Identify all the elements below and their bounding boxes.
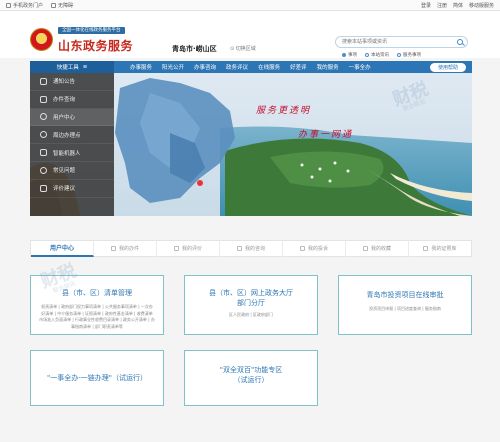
card-title: "一事全办-一链办理"（试运行） xyxy=(47,374,147,382)
megaphone-icon xyxy=(40,77,47,85)
region-switch-label: 切换区域 xyxy=(235,46,256,52)
site-title[interactable]: 山东政务服务 xyxy=(58,37,133,54)
nav-item-online[interactable]: 在线服务 xyxy=(258,63,280,71)
hero-banner[interactable]: 通知公告 办件查询 用户中心 周边办理点 智能机器人 常见问题 评价建议 xyxy=(30,73,472,216)
card-line: 投资项目申报 | 项目进度查询 | 服务指南 xyxy=(369,306,441,311)
platform-name: 全国一体化在线政务服务平台 xyxy=(58,27,125,34)
national-emblem-icon xyxy=(30,28,53,51)
accessibility-icon xyxy=(51,2,57,8)
tab-my-favorites[interactable]: 我的收藏 xyxy=(346,240,409,257)
sidemenu-item-query[interactable]: 办件查询 xyxy=(30,91,114,109)
login-link[interactable]: 登录 xyxy=(421,2,431,9)
edit-icon xyxy=(40,184,47,192)
tab-my-cases[interactable]: 我的办件 xyxy=(94,240,157,257)
user-tabs: 用户中心 我的办件 我的评价 我的咨询 我的投诉 我的收藏 我的证照库 xyxy=(30,240,472,257)
top-bar: 手机政务门户 无障碍 登录 注册 简体 移动版服务 xyxy=(0,0,500,11)
star-icon xyxy=(173,246,179,251)
document-icon xyxy=(110,246,116,251)
region-switch[interactable]: ⊙ 切换区域 xyxy=(230,45,256,52)
main-nav: 快捷工具 ≡ 办事服务 阳光公开 办事咨询 政务评议 在线服务 好差评 我的服务 … xyxy=(30,61,472,73)
sidemenu-item-notices[interactable]: 通知公告 xyxy=(30,73,114,91)
tab-my-licenses[interactable]: 我的证照库 xyxy=(409,240,471,257)
search-icon[interactable] xyxy=(457,39,463,45)
card-title-line2: （试运行） xyxy=(233,376,269,384)
current-region: 青岛市·崂山区 xyxy=(172,45,217,53)
accessibility-link[interactable]: 无障碍 xyxy=(51,2,73,9)
card-title: 青岛市投资项目在线审批 xyxy=(366,291,444,299)
card-title-line2: 部门分厅 xyxy=(237,299,265,307)
language-link[interactable]: 简体 xyxy=(453,2,463,9)
register-link[interactable]: 注册 xyxy=(437,2,447,9)
help-button[interactable]: 使用帮助 xyxy=(429,62,466,72)
nav-item-review[interactable]: 政务评议 xyxy=(226,63,248,71)
sidemenu-label: 评价建议 xyxy=(53,186,76,193)
menu-icon: ≡ xyxy=(82,64,88,70)
location-pin-icon: ⊙ xyxy=(230,46,235,52)
question-icon xyxy=(40,166,47,174)
radio-items[interactable]: 事项 xyxy=(342,52,357,58)
nav-item-consult[interactable]: 办事咨询 xyxy=(194,63,216,71)
card-list-management[interactable]: 县（市、区）清单管理 权责清单 | 政府部门权力事项清单 | 公共服务事项清单 … xyxy=(30,275,164,335)
radio-news[interactable]: 本站资讯 xyxy=(365,52,389,58)
mobile-version-link[interactable]: 移动版服务 xyxy=(469,2,494,9)
tab-my-ratings[interactable]: 我的评价 xyxy=(157,240,220,257)
sidemenu-label: 办件查询 xyxy=(53,97,76,104)
nav-item-my-services[interactable]: 我的服务 xyxy=(317,63,339,71)
document-icon xyxy=(40,95,47,103)
sidemenu-item-faq[interactable]: 常见问题 xyxy=(30,162,114,180)
nav-item-public[interactable]: 阳光公开 xyxy=(162,63,184,71)
banner-slogan-2: 办事一网通 xyxy=(298,130,354,140)
tab-my-complaints[interactable]: 我的投诉 xyxy=(283,240,346,257)
robot-icon xyxy=(40,149,47,157)
card-title: 县（市、区）清单管理 xyxy=(62,289,132,297)
quick-tools-menu: 通知公告 办件查询 用户中心 周边办理点 智能机器人 常见问题 评价建议 xyxy=(30,73,114,216)
search-scope-radios: 事项 本站资讯 服务事项 xyxy=(342,52,421,58)
sidemenu-item-user-center[interactable]: 用户中心 xyxy=(30,108,114,127)
complaint-icon xyxy=(299,246,305,251)
nav-item-services[interactable]: 办事服务 xyxy=(130,63,152,71)
sidemenu-label: 用户中心 xyxy=(53,114,76,121)
chat-icon xyxy=(236,246,242,251)
sidemenu-label: 智能机器人 xyxy=(53,150,81,157)
card-double-zone[interactable]: "双全双百"功能专区 （试运行） xyxy=(184,350,318,406)
card-title: "双全双百"功能专区 xyxy=(219,366,283,374)
tab-user-center[interactable]: 用户中心 xyxy=(31,240,94,257)
radio-services[interactable]: 服务事项 xyxy=(397,52,421,58)
card-online-hall[interactable]: 县（市、区）网上政务大厅 部门分厅 区人民政府 | 区政府部门 xyxy=(184,275,318,335)
banner-slogan-1: 服务更透明 xyxy=(256,106,312,116)
card-line: 市场准入负面清单 | 行政事业性收费目录清单 | 政务公开清单 | 办 xyxy=(39,317,155,322)
radio-icon xyxy=(397,53,401,57)
tab-my-consults[interactable]: 我的咨询 xyxy=(220,240,283,257)
sidemenu-item-nearby[interactable]: 周边办理点 xyxy=(30,126,114,145)
license-icon xyxy=(423,246,429,251)
user-icon xyxy=(40,113,47,121)
nav-item-one-stop[interactable]: 一事全办 xyxy=(349,63,371,71)
radio-selected-icon xyxy=(342,53,346,57)
heart-icon xyxy=(362,246,368,251)
search-box[interactable] xyxy=(335,36,468,48)
card-line: 权责清单 | 政府部门权力事项清单 | 公共服务事项清单 | 一次办 xyxy=(41,304,153,309)
sidemenu-label: 常见问题 xyxy=(53,168,76,175)
card-line: 区人民政府 | 区政府部门 xyxy=(229,312,273,317)
radio-icon xyxy=(365,53,369,57)
card-investment-approval[interactable]: 青岛市投资项目在线审批 投资项目申报 | 项目进度查询 | 服务指南 xyxy=(338,275,472,335)
card-one-stop[interactable]: "一事全办-一链办理"（试运行） xyxy=(30,350,164,406)
sidemenu-label: 周边办理点 xyxy=(53,132,81,139)
sidemenu-item-robot[interactable]: 智能机器人 xyxy=(30,144,114,162)
sidemenu-label: 通知公告 xyxy=(53,79,76,86)
nav-item-rating[interactable]: 好差评 xyxy=(290,63,307,71)
phone-icon xyxy=(6,2,11,8)
search-input[interactable] xyxy=(342,37,452,47)
sidemenu-item-feedback[interactable]: 评价建议 xyxy=(30,180,114,198)
quick-tools-button[interactable]: 快捷工具 ≡ xyxy=(30,61,114,73)
mobile-portal-link[interactable]: 手机政务门户 xyxy=(6,2,43,9)
header: 全国一体化在线政务服务平台 山东政务服务 青岛市·崂山区 ⊙ 切换区域 事项 本… xyxy=(0,11,500,58)
card-title: 县（市、区）网上政务大厅 xyxy=(209,289,293,297)
location-icon xyxy=(40,131,47,139)
card-line: 事指南清单 | 部门职责清单等 xyxy=(71,323,123,329)
